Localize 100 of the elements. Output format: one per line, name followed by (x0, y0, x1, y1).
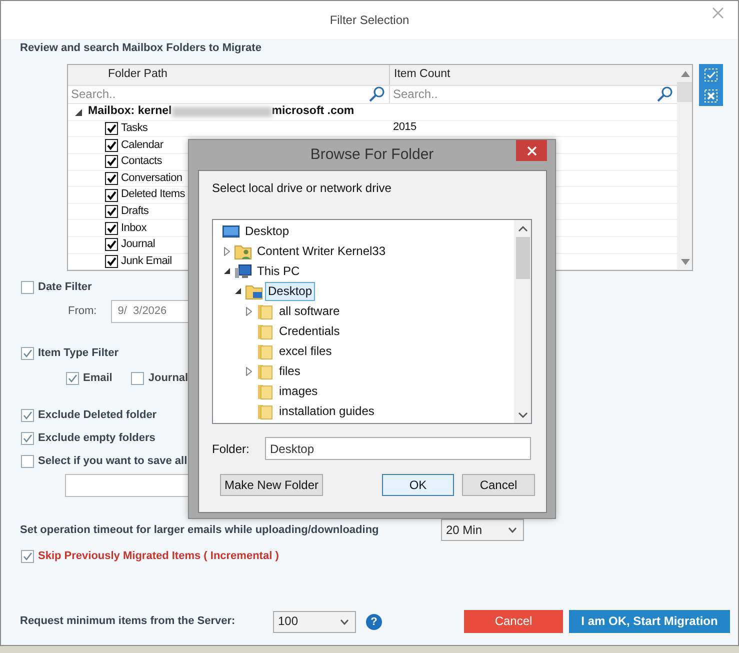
type-checkbox[interactable] (131, 372, 144, 386)
folder-name: Inbox (121, 222, 146, 235)
tree-item[interactable]: Desktop (242, 222, 292, 241)
timeout-label: Set operation timeout for larger emails while uploading/downloading (20, 524, 380, 537)
tree-item[interactable]: files (276, 362, 304, 381)
option-label: Skip Previously Migrated Items ( Incremental ) (38, 550, 279, 564)
option-checkbox[interactable] (21, 409, 34, 422)
folder-checkbox[interactable] (105, 138, 118, 152)
folder-checkbox[interactable] (105, 155, 118, 168)
folder-icon (256, 302, 274, 320)
folder-icon (256, 322, 274, 340)
column-header: Item Count (393, 67, 452, 82)
search-icon (656, 86, 674, 102)
min-items-label: Request minimum items from the Server: (20, 615, 236, 628)
scrollbar[interactable] (677, 65, 692, 270)
option-label: Item Type Filter (38, 347, 118, 360)
scroll-thumb[interactable] (516, 237, 530, 280)
collapse-icon[interactable] (75, 108, 82, 116)
item-count: 2015 (393, 120, 416, 133)
tree-item[interactable]: Desktop (265, 282, 316, 301)
folder-name: Journal (121, 238, 155, 252)
search-field[interactable]: Search.. (71, 87, 366, 102)
tree-item[interactable]: This PC (254, 262, 303, 281)
mailbox-domain: microsoft .com (272, 105, 354, 119)
folder-icon (256, 382, 274, 400)
folder-checkbox[interactable] (105, 188, 118, 202)
folder-name: Conversation (121, 172, 182, 185)
monitor-icon (222, 222, 240, 240)
folder-checkbox[interactable] (105, 205, 118, 218)
search-field[interactable]: Search.. (393, 87, 654, 102)
folder-name: Deleted Items (121, 188, 185, 202)
folder-label: Folder: (212, 442, 250, 456)
expand-icon[interactable] (246, 306, 252, 316)
collapse-icon[interactable] (235, 288, 241, 294)
timeout-select[interactable]: 20 Min (441, 519, 524, 542)
option-checkbox[interactable] (21, 455, 34, 468)
option-label: Select if you want to save all (38, 455, 188, 468)
cancel-button[interactable]: Cancel (462, 474, 535, 496)
folder-icon (256, 362, 274, 380)
close-icon (712, 7, 724, 19)
option-label: Email (83, 372, 112, 386)
expand-icon[interactable] (224, 246, 230, 256)
column-header: Folder Path (68, 65, 390, 85)
user-folder-icon (234, 242, 252, 260)
option-label: Journal (148, 372, 188, 386)
scrollbar[interactable] (514, 220, 531, 424)
option-label: Exclude Deleted folder (38, 409, 157, 422)
expand-icon[interactable] (246, 366, 252, 376)
mailbox-label: Mailbox: kernel (88, 105, 172, 119)
help-button[interactable]: ? (366, 614, 382, 630)
incremental-checkbox[interactable] (21, 550, 34, 564)
close-button[interactable] (712, 7, 724, 19)
chevron-icon (340, 618, 349, 625)
deselect-all-button[interactable] (699, 85, 723, 106)
option-checkbox[interactable] (21, 432, 34, 446)
tree-item[interactable]: images (276, 382, 321, 401)
tree-item[interactable]: excel files (276, 342, 335, 361)
scroll-up-icon[interactable] (680, 70, 690, 77)
option-label: Exclude empty folders (38, 432, 156, 446)
section-heading: Review and search Mailbox Folders to Migrate (20, 42, 262, 56)
desktop-folder-icon (245, 282, 263, 300)
select-all-button[interactable] (699, 64, 723, 86)
folder-checkbox[interactable] (105, 238, 118, 252)
tree-item[interactable]: all software (276, 302, 343, 321)
folder-icon (256, 402, 274, 420)
folder-checkbox[interactable] (105, 254, 118, 268)
tree-item[interactable]: installation guides (276, 402, 378, 421)
scroll-thumb[interactable] (677, 82, 692, 102)
folder-checkbox[interactable] (105, 172, 118, 185)
close-icon (526, 146, 536, 156)
new-folder-button[interactable]: Make New Folder (220, 474, 323, 496)
tree-item[interactable]: Credentials (276, 322, 343, 341)
folder-checkbox[interactable] (105, 122, 118, 136)
folder-name: Calendar (121, 138, 164, 152)
date-filter-checkbox[interactable] (21, 281, 34, 294)
window-title: Filter Selection (330, 12, 410, 28)
folder-name: Contacts (121, 155, 162, 168)
dialog-title: Browse For Folder (310, 146, 434, 164)
tree-item[interactable]: Content Writer Kernel33 (254, 242, 389, 261)
scroll-up-icon[interactable] (518, 226, 528, 232)
chevron-icon (508, 527, 517, 534)
type-checkbox[interactable] (66, 372, 79, 386)
item-type-checkbox[interactable] (21, 347, 34, 360)
option-label: Date Filter (38, 281, 92, 294)
start-migration-button[interactable]: I am OK, Start Migration (569, 610, 730, 634)
folder-field[interactable]: Desktop (265, 437, 531, 460)
folder-checkbox[interactable] (105, 222, 118, 235)
min-items-select[interactable]: 100 (273, 610, 356, 633)
cancel-button[interactable]: Cancel (464, 610, 563, 634)
close-button[interactable] (516, 140, 547, 161)
dialog-prompt: Select local drive or network drive (212, 181, 392, 196)
ok-button[interactable]: OK (382, 474, 454, 496)
scroll-down-icon[interactable] (518, 412, 528, 418)
folder-icon (256, 342, 274, 360)
folder-name: Drafts (121, 205, 149, 218)
scroll-down-icon[interactable] (680, 258, 690, 265)
search-icon (368, 86, 386, 102)
check-all-icon (704, 68, 718, 82)
collapse-icon[interactable] (224, 268, 230, 274)
folder-name: Tasks (121, 122, 148, 136)
